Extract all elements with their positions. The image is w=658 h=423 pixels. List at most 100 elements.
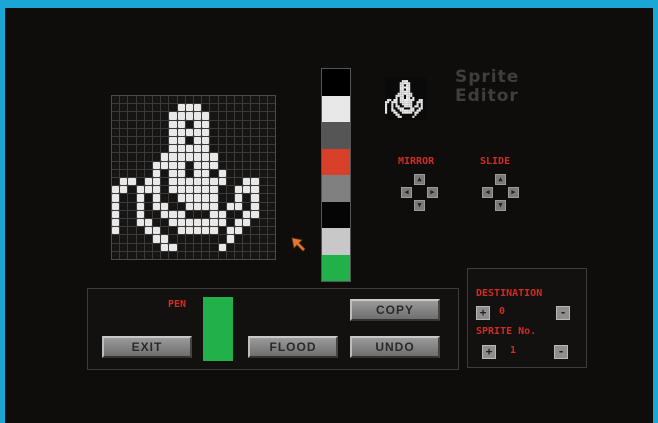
sprite-pixel[interactable] xyxy=(267,243,275,251)
sprite-pixel[interactable] xyxy=(234,145,243,153)
slide-up-icon[interactable]: ▲ xyxy=(495,174,506,185)
sprite-pixel[interactable] xyxy=(136,194,144,202)
sprite-pixel[interactable] xyxy=(193,243,202,251)
sprite-pixel[interactable] xyxy=(185,145,193,153)
sprite-pixel[interactable] xyxy=(152,177,161,186)
sprite-pixel[interactable] xyxy=(144,243,152,251)
sprite-pixel[interactable] xyxy=(144,177,152,186)
sprite-pixel[interactable] xyxy=(112,128,120,136)
sprite-pixel[interactable] xyxy=(210,235,218,243)
sprite-pixel[interactable] xyxy=(144,112,152,120)
sprite-pixel[interactable] xyxy=(161,251,169,259)
sprite-pixel[interactable] xyxy=(120,202,128,210)
sprite-pixel[interactable] xyxy=(169,96,177,104)
sprite-pixel[interactable] xyxy=(177,186,185,194)
sprite-pixel[interactable] xyxy=(161,177,169,186)
sprite-pixel[interactable] xyxy=(161,210,169,218)
sprite-pixel[interactable] xyxy=(218,96,226,104)
destination-plus-button[interactable]: + xyxy=(476,306,490,320)
sprite-pixel[interactable] xyxy=(136,186,144,194)
sprite-pixel[interactable] xyxy=(259,194,267,202)
sprite-pixel[interactable] xyxy=(120,235,128,243)
sprite-pixel[interactable] xyxy=(136,243,144,251)
sprite-pixel[interactable] xyxy=(128,161,136,169)
sprite-pixel[interactable] xyxy=(193,251,202,259)
sprite-pixel[interactable] xyxy=(267,153,275,161)
sprite-pixel[interactable] xyxy=(185,104,193,112)
sprite-pixel[interactable] xyxy=(169,128,177,136)
sprite-pixel[interactable] xyxy=(193,194,202,202)
sprite-pixel[interactable] xyxy=(259,128,267,136)
sprite-pixel[interactable] xyxy=(161,218,169,227)
sprite-pixel[interactable] xyxy=(136,128,144,136)
sprite-pixel[interactable] xyxy=(210,161,218,169)
sprite-pixel[interactable] xyxy=(169,112,177,120)
sprite-pixel[interactable] xyxy=(128,251,136,259)
sprite-pixel[interactable] xyxy=(120,153,128,161)
sprite-pixel[interactable] xyxy=(193,136,202,145)
sprite-pixel[interactable] xyxy=(128,104,136,112)
sprite-pixel[interactable] xyxy=(210,128,218,136)
sprite-pixel[interactable] xyxy=(120,243,128,251)
sprite-pixel[interactable] xyxy=(120,194,128,202)
sprite-pixel[interactable] xyxy=(152,186,161,194)
sprite-pixel[interactable] xyxy=(259,96,267,104)
sprite-pixel[interactable] xyxy=(120,210,128,218)
sprite-pixel[interactable] xyxy=(234,153,243,161)
sprite-pixel[interactable] xyxy=(202,210,210,218)
sprite-pixel[interactable] xyxy=(152,243,161,251)
sprite-pixel[interactable] xyxy=(243,194,251,202)
sprite-pixel[interactable] xyxy=(267,227,275,235)
sprite-pixel[interactable] xyxy=(234,161,243,169)
sprite-pixel[interactable] xyxy=(243,243,251,251)
mirror-right-icon[interactable]: ▶ xyxy=(427,187,438,198)
sprite-pixel[interactable] xyxy=(152,136,161,145)
sprite-pixel[interactable] xyxy=(226,169,234,177)
sprite-pixel[interactable] xyxy=(161,194,169,202)
sprite-pixel[interactable] xyxy=(259,104,267,112)
sprite-pixel[interactable] xyxy=(112,169,120,177)
sprite-pixel[interactable] xyxy=(234,194,243,202)
sprite-pixel[interactable] xyxy=(267,235,275,243)
sprite-pixel[interactable] xyxy=(267,194,275,202)
sprite-pixel[interactable] xyxy=(243,169,251,177)
sprite-pixel[interactable] xyxy=(267,251,275,259)
sprite-pixel[interactable] xyxy=(218,153,226,161)
sprite-pixel[interactable] xyxy=(120,227,128,235)
sprite-pixel[interactable] xyxy=(185,235,193,243)
sprite-pixel[interactable] xyxy=(202,96,210,104)
sprite-pixel[interactable] xyxy=(234,112,243,120)
sprite-pixel[interactable] xyxy=(112,251,120,259)
sprite-pixel[interactable] xyxy=(144,96,152,104)
sprite-pixel[interactable] xyxy=(169,169,177,177)
sprite-pixel[interactable] xyxy=(234,202,243,210)
sprite-pixel[interactable] xyxy=(234,104,243,112)
sprite-pixel[interactable] xyxy=(128,177,136,186)
sprite-pixel[interactable] xyxy=(251,218,259,227)
sprite-pixel[interactable] xyxy=(210,243,218,251)
sprite-pixel[interactable] xyxy=(120,161,128,169)
sprite-pixel[interactable] xyxy=(169,145,177,153)
sprite-pixel[interactable] xyxy=(185,128,193,136)
sprite-pixel[interactable] xyxy=(120,218,128,227)
sprite-pixel[interactable] xyxy=(218,120,226,128)
sprite-pixel[interactable] xyxy=(259,153,267,161)
sprite-pixel[interactable] xyxy=(136,136,144,145)
sprite-pixel[interactable] xyxy=(169,243,177,251)
sprite-pixel[interactable] xyxy=(128,227,136,235)
undo-button[interactable]: UNDO xyxy=(350,336,440,358)
sprite-pixel[interactable] xyxy=(226,128,234,136)
sprite-pixel[interactable] xyxy=(202,177,210,186)
sprite-pixel[interactable] xyxy=(136,96,144,104)
sprite-pixel[interactable] xyxy=(202,104,210,112)
sprite-pixel[interactable] xyxy=(120,112,128,120)
sprite-pixel[interactable] xyxy=(169,120,177,128)
sprite-pixel[interactable] xyxy=(202,153,210,161)
sprite-pixel[interactable] xyxy=(177,120,185,128)
sprite-pixel[interactable] xyxy=(144,210,152,218)
sprite-pixel[interactable] xyxy=(152,104,161,112)
sprite-pixel[interactable] xyxy=(226,186,234,194)
sprite-pixel[interactable] xyxy=(169,227,177,235)
sprite-pixel[interactable] xyxy=(144,235,152,243)
sprite-pixel[interactable] xyxy=(112,104,120,112)
